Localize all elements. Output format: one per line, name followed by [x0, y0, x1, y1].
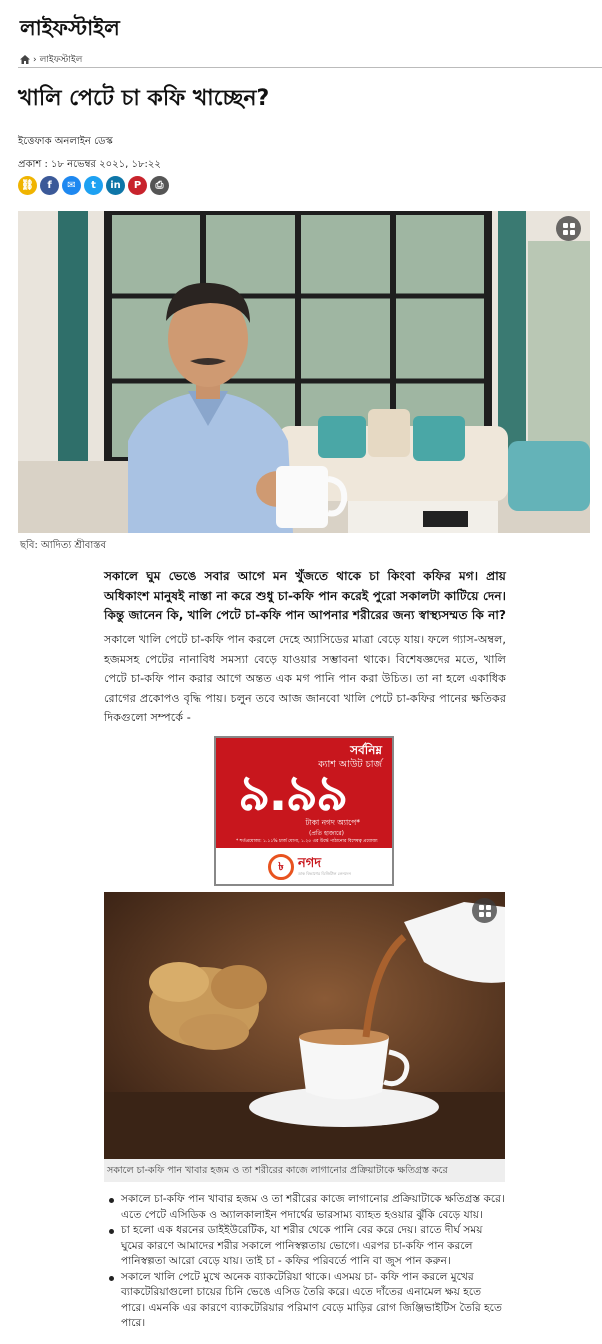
- ad-brand: ৳ নগদ ডাক বিভাগের ডিজিটাল লেনদেন: [268, 854, 351, 880]
- ad-banner[interactable]: সর্বনিম্ন ক্যাশ আউট চার্জ ৯.৯৯ টাকা নগদ …: [214, 736, 394, 886]
- article-author[interactable]: ইত্তেফাক অনলাইন ডেস্ক: [18, 134, 113, 151]
- article-lead: সকালে ঘুম ভেঙে সবার আগে মন খুঁজতে থাকে চ…: [104, 569, 506, 622]
- breadcrumb-current[interactable]: লাইফস্টাইল: [40, 52, 83, 67]
- article-image-tea: [104, 892, 505, 1159]
- home-icon[interactable]: [20, 55, 30, 64]
- article-bullet-list: সকালে চা-কফি পান খাবার হজম ও তা শরীরের ক…: [104, 1192, 505, 1332]
- ad-fineprint: * শর্তপ্রযোজ্য: ১.১১% চার্জ যোগ্য, ১.২৫ …: [236, 839, 378, 844]
- nagad-logo-icon: ৳: [268, 854, 294, 880]
- hero-image: [18, 211, 590, 533]
- ad-amount: ৯.৯৯: [238, 764, 348, 822]
- section-title[interactable]: লাইফস্টাইল: [20, 12, 120, 47]
- list-item: সকালে খালি পেটে মুখে অনেক ব্যাকটেরিয়া থ…: [104, 1270, 505, 1332]
- gallery-icon[interactable]: [472, 898, 497, 923]
- print-icon[interactable]: ⎙: [150, 176, 169, 195]
- list-item: সকালে চা-কফি পান খাবার হজম ও তা শরীরের ক…: [104, 1192, 505, 1223]
- ad-tagline: ডাক বিভাগের ডিজিটাল লেনদেন: [298, 870, 351, 876]
- hero-caption: ছবি: আদিত্য শ্রীবাস্তব: [20, 540, 107, 551]
- messenger-icon[interactable]: ✉: [62, 176, 81, 195]
- breadcrumb-separator: ›: [33, 54, 37, 65]
- ad-brand-name: নগদ: [298, 855, 322, 871]
- share-toolbar: ⛓ f ✉ t in P ⎙: [18, 176, 169, 195]
- pinterest-icon[interactable]: P: [128, 176, 147, 195]
- breadcrumb: › লাইফস্টাইল: [20, 52, 82, 67]
- linkedin-icon[interactable]: in: [106, 176, 125, 195]
- article-paragraph: সকালে খালি পেটে চা-কফি পান করলে দেহে অ্য…: [104, 633, 506, 724]
- twitter-icon[interactable]: t: [84, 176, 103, 195]
- publish-date: প্রকাশ : ১৮ নভেম্বর ২০২১, ১৮:২২: [18, 159, 161, 170]
- article-headline: খালি পেটে চা কফি খাচ্ছেন?: [18, 86, 270, 111]
- image-caption: সকালে চা-কফি পান খাবার হজম ও তা শরীরের ক…: [104, 1159, 505, 1182]
- facebook-icon[interactable]: f: [40, 176, 59, 195]
- copy-link-icon[interactable]: ⛓: [18, 176, 37, 195]
- list-item: চা হলো এক ধরনের ডাইইউরেটিক, যা শরীর থেকে…: [104, 1223, 505, 1270]
- header-divider: [18, 67, 602, 68]
- gallery-icon[interactable]: [556, 216, 581, 241]
